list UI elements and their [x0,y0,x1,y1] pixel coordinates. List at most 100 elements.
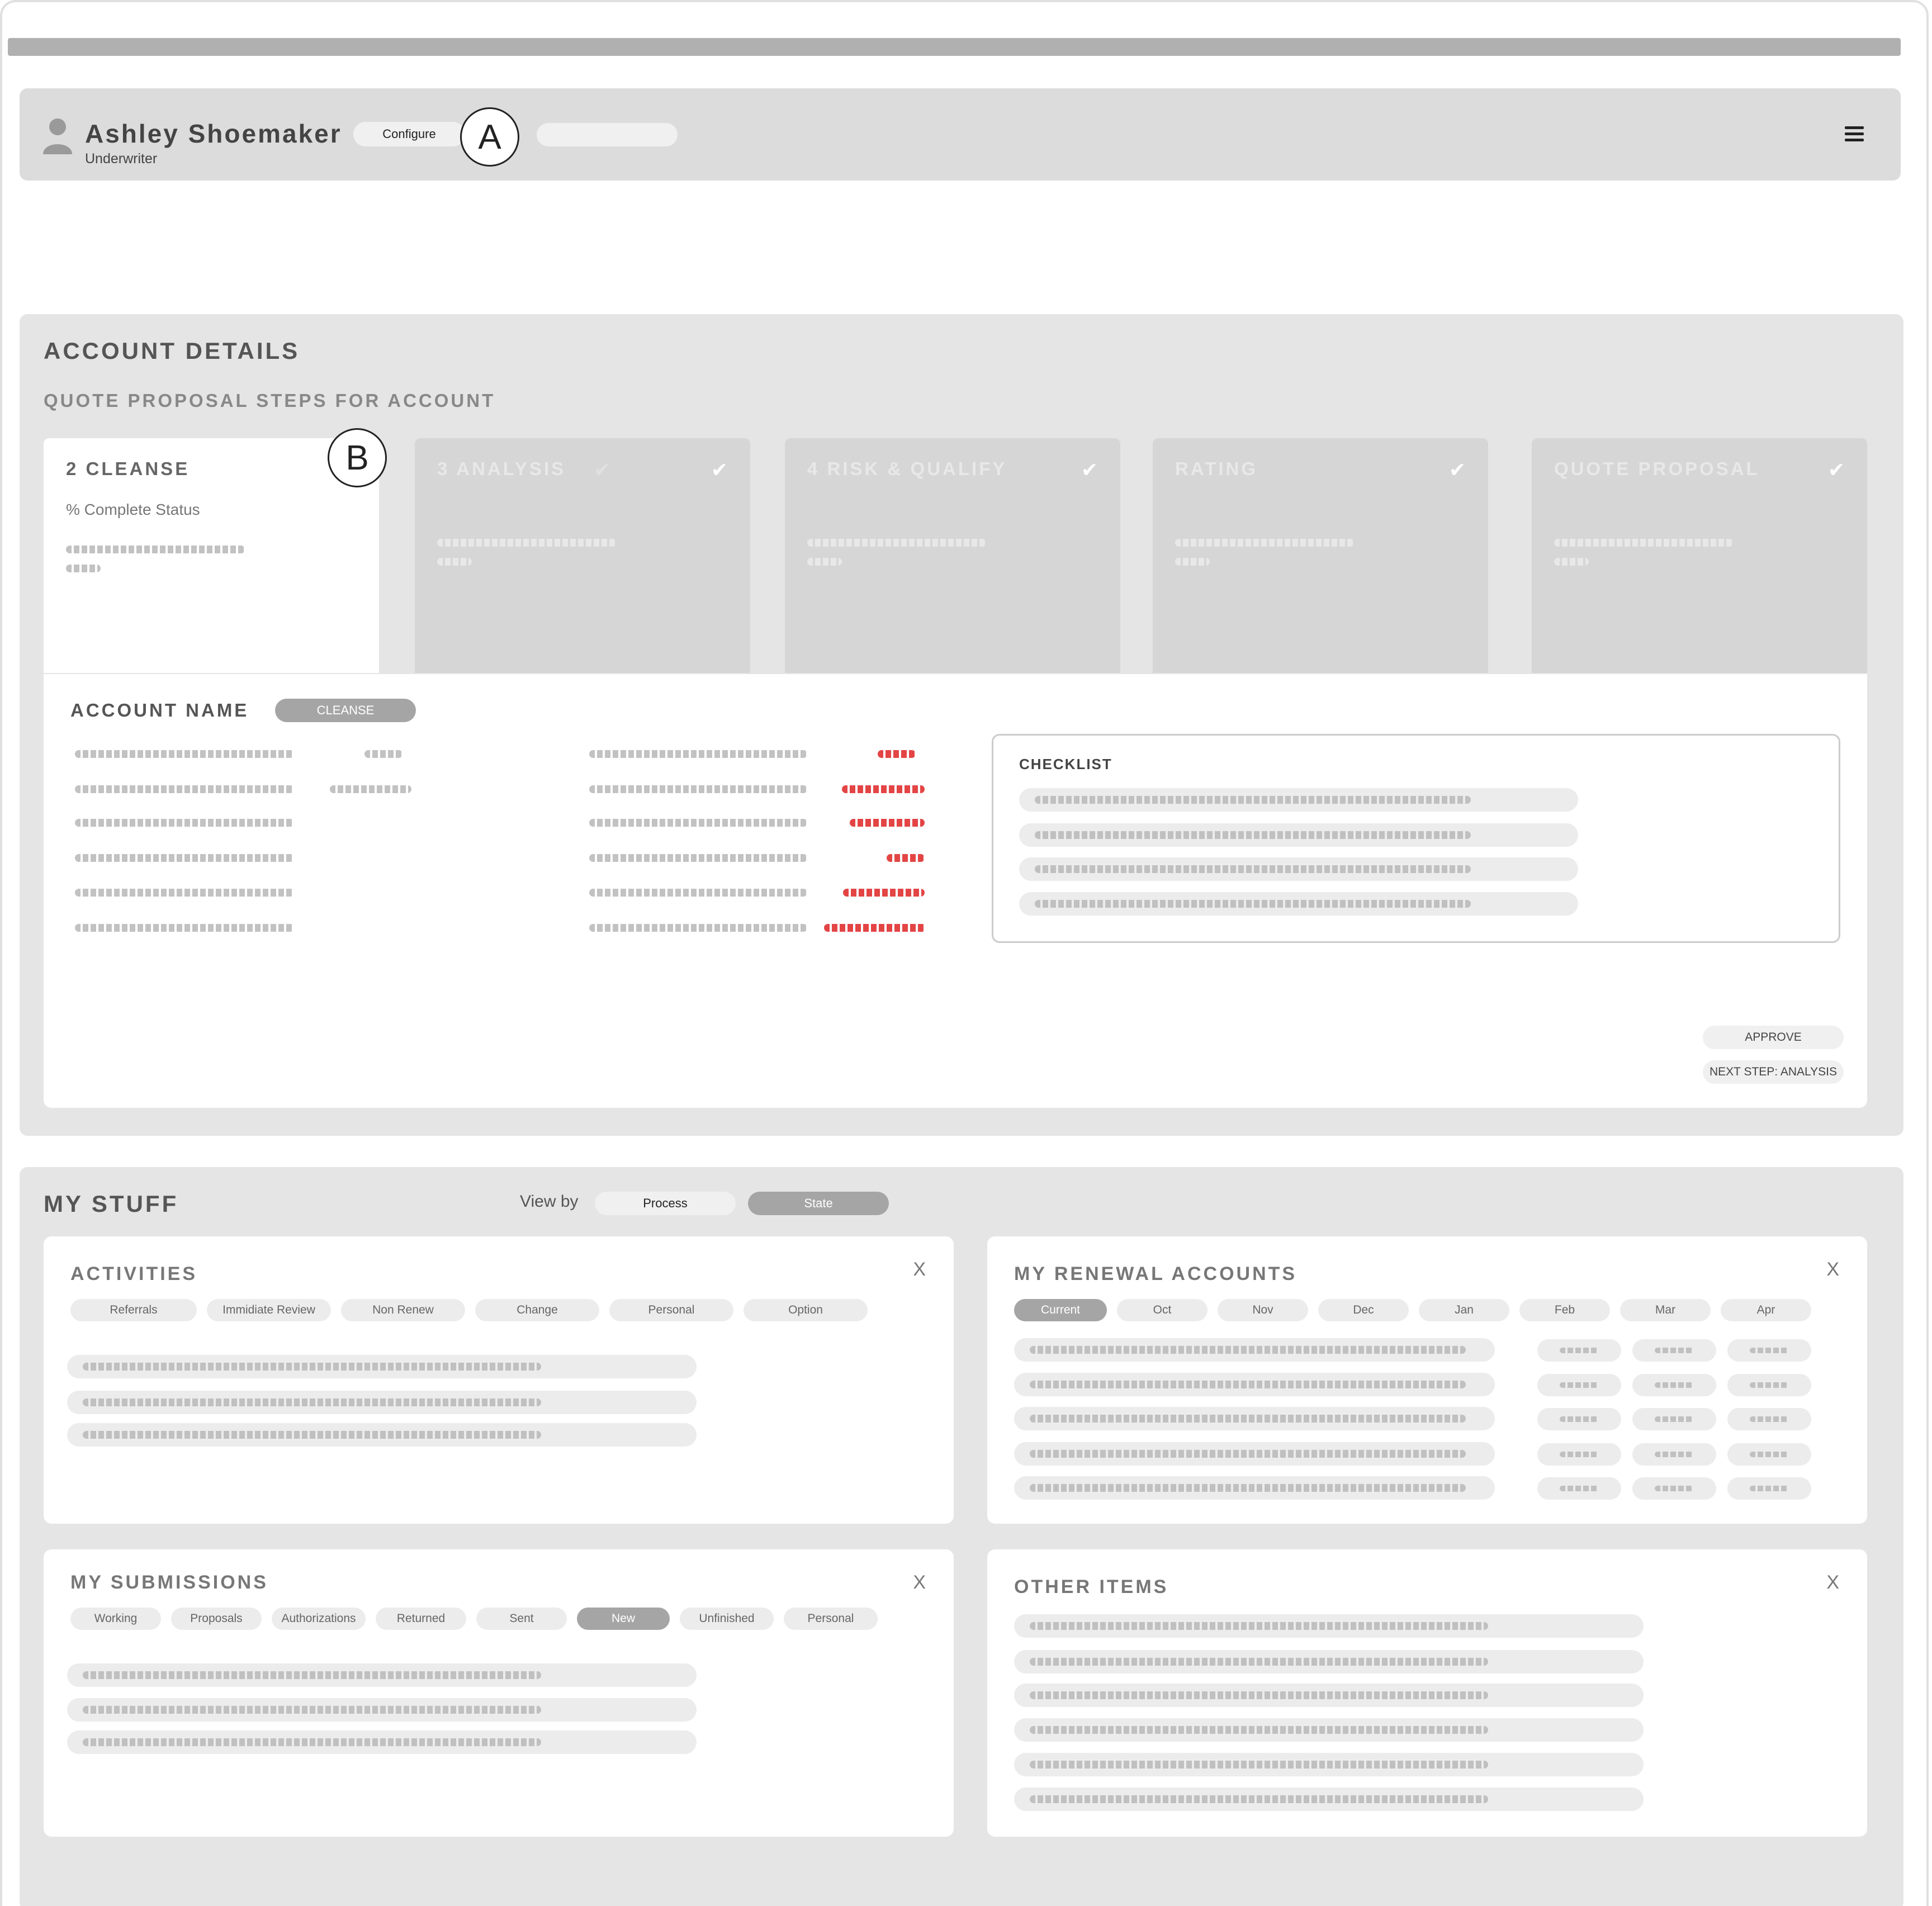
list-item[interactable] [1014,1684,1644,1707]
list-item[interactable] [67,1698,697,1722]
tab-oct[interactable]: Oct [1117,1299,1208,1321]
tab-authorizations[interactable]: Authorizations [272,1608,366,1630]
activities-card: ACTIVITIES X Referrals Immidiate Review … [44,1236,954,1524]
tab-dec[interactable]: Dec [1318,1299,1409,1321]
tab-change[interactable]: Change [475,1299,599,1321]
list-item[interactable] [67,1355,697,1378]
step-description-line [437,539,616,547]
checklist-title: CHECKLIST [1019,756,1112,772]
header-blank-pill[interactable] [537,123,678,146]
checklist-box: CHECKLIST [992,734,1840,943]
step-label: RATING [1175,458,1258,479]
renewal-cell[interactable] [1632,1339,1716,1362]
step-rating[interactable]: RATING ✔ [1153,438,1488,673]
step-description-line [1554,539,1733,547]
renewal-cell[interactable] [1727,1408,1811,1430]
close-icon[interactable]: X [913,1259,926,1281]
close-icon[interactable]: X [1826,1259,1839,1281]
renewal-cell[interactable] [1537,1477,1621,1500]
field-label [75,785,294,793]
checklist-item[interactable] [1019,788,1578,812]
view-by-process-button[interactable]: Process [595,1192,736,1215]
tab-feb[interactable]: Feb [1519,1299,1610,1321]
tab-new[interactable]: New [577,1608,670,1630]
checklist-item[interactable] [1019,857,1578,881]
user-icon [43,118,72,154]
list-item[interactable] [1014,1614,1644,1638]
tab-non-renew[interactable]: Non Renew [341,1299,465,1321]
step-cleanse[interactable]: 2 CLEANSE % Complete Status [44,438,379,673]
step-description-line [437,558,472,566]
other-items-title: OTHER ITEMS [1014,1576,1169,1597]
renewal-cell[interactable] [1727,1477,1811,1500]
tab-working[interactable]: Working [70,1608,161,1630]
renewal-row[interactable] [1014,1407,1495,1430]
field-label [589,750,807,758]
tab-mar[interactable]: Mar [1620,1299,1711,1321]
steps-subtitle: QUOTE PROPOSAL STEPS FOR ACCOUNT [44,390,496,411]
renewal-cell[interactable] [1727,1443,1811,1466]
tab-jan[interactable]: Jan [1419,1299,1509,1321]
tab-current[interactable]: Current [1014,1299,1107,1321]
approve-button[interactable]: APPROVE [1703,1026,1844,1049]
check-icon: ✔ [711,458,728,481]
list-item[interactable] [1014,1753,1644,1776]
renewal-cell[interactable] [1537,1408,1621,1430]
checklist-item[interactable] [1019,823,1578,847]
renewal-cell[interactable] [1632,1477,1716,1500]
renewal-cell[interactable] [1537,1374,1621,1396]
tab-option[interactable]: Option [744,1299,868,1321]
configure-button[interactable]: Configure [353,122,465,146]
list-item[interactable] [1014,1718,1644,1742]
renewal-cell[interactable] [1632,1408,1716,1430]
close-icon[interactable]: X [913,1572,926,1594]
list-item[interactable] [1014,1650,1644,1673]
tab-returned[interactable]: Returned [376,1608,466,1630]
close-icon[interactable]: X [1826,1572,1839,1594]
tab-personal[interactable]: Personal [609,1299,733,1321]
step-description-line [66,565,101,572]
renewal-cell[interactable] [1632,1374,1716,1396]
step-risk-qualify[interactable]: 4 RISK & QUALIFY ✔ [785,438,1120,673]
field-label [75,924,294,932]
list-item[interactable] [67,1663,697,1687]
list-item[interactable] [67,1391,697,1414]
renewal-cell[interactable] [1537,1339,1621,1362]
renewal-row[interactable] [1014,1442,1495,1466]
step-analysis[interactable]: 3 ANALYSIS ✔ ✔ [415,438,750,673]
account-details-title: ACCOUNT DETAILS [44,338,300,364]
tab-sent[interactable]: Sent [476,1608,567,1630]
tab-apr[interactable]: Apr [1721,1299,1811,1321]
view-by-label: View by [520,1192,579,1211]
user-name: Ashley Shoemaker [85,119,342,148]
tab-personal[interactable]: Personal [784,1608,878,1630]
step-status: % Complete Status [66,501,200,518]
renewal-cell[interactable] [1727,1374,1811,1396]
tab-immidiate-review[interactable]: Immidiate Review [207,1299,331,1321]
renewal-row[interactable] [1014,1476,1495,1500]
renewal-row[interactable] [1014,1373,1495,1396]
renewal-row[interactable] [1014,1338,1495,1362]
field-label [589,924,807,932]
callout-a: A [460,107,519,167]
list-item[interactable] [67,1730,697,1754]
list-item[interactable] [1014,1788,1644,1811]
hamburger-menu-icon[interactable] [1845,126,1864,144]
checklist-item[interactable] [1019,892,1578,916]
tab-referrals[interactable]: Referrals [70,1299,197,1321]
list-item[interactable] [67,1423,697,1447]
renewal-cell[interactable] [1632,1443,1716,1466]
tab-nov[interactable]: Nov [1218,1299,1308,1321]
step-quote-proposal[interactable]: QUOTE PROPOSAL ✔ [1532,438,1867,673]
next-step-button[interactable]: NEXT STEP: ANALYSIS [1703,1060,1844,1084]
view-by-state-button[interactable]: State [748,1192,889,1215]
renewal-cell[interactable] [1537,1443,1621,1466]
renewal-accounts-card: MY RENEWAL ACCOUNTS X Current Oct Nov De… [987,1236,1867,1524]
tab-unfinished[interactable]: Unfinished [680,1608,774,1630]
callout-b: B [328,428,387,487]
step-description-line [1175,558,1210,566]
renewal-cell[interactable] [1727,1339,1811,1362]
activities-title: ACTIVITIES [70,1263,198,1284]
my-stuff-title: MY STUFF [44,1191,179,1217]
tab-proposals[interactable]: Proposals [171,1608,262,1630]
